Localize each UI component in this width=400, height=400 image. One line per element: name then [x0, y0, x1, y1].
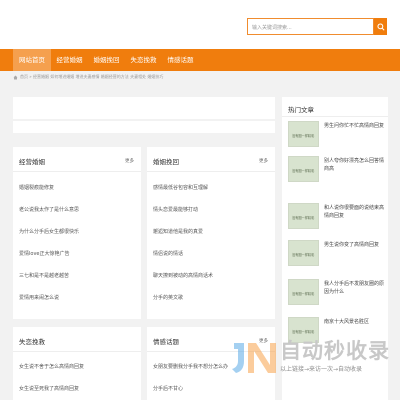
list-item[interactable]: 女朋友要删我分手我不想分怎么办 [153, 363, 228, 370]
watermark-logo-icon [232, 343, 276, 373]
hot-article[interactable]: 没有图一样精彩 别人夸你好漂亮怎么回答情商高 [288, 156, 400, 189]
list-item[interactable]: 聊天撩到被动的高情商话术 [153, 272, 213, 279]
hot-article[interactable]: 没有图一样精彩 我人分手后不发朋友圈的原因为什么 [288, 279, 400, 312]
search-button[interactable] [374, 18, 387, 35]
nav-item-home[interactable]: 网站首页 [13, 49, 51, 71]
search-input[interactable]: 输入关键词搜索... [247, 18, 374, 35]
list-item[interactable]: 邂逅知道他是我的真爱 [153, 228, 203, 235]
article-thumbnail[interactable]: 没有图一样精彩 [288, 240, 319, 266]
search-icon [376, 22, 385, 31]
divider [13, 171, 141, 172]
list-item[interactable]: 分手的英文歌 [153, 294, 183, 301]
nav-item-breakup[interactable]: 失恋挽救 [125, 49, 162, 71]
divider [147, 171, 275, 172]
hot-article-title[interactable]: 男生问你忙不忙高情商回复 [324, 122, 388, 130]
nav-item-marriage[interactable]: 经营婚姻 [51, 49, 88, 71]
home-icon [13, 75, 18, 79]
list-item[interactable]: 婚姻裂痕能修复 [19, 184, 54, 191]
top-header: 输入关键词搜索... [0, 0, 400, 49]
watermark-title: 自动秒收录 [280, 339, 390, 363]
hot-article[interactable]: 没有图一样精彩 男生说你变了高情商回复 [288, 240, 400, 273]
list-item[interactable]: 情头恋爱最能够打动 [153, 206, 198, 213]
article-thumbnail[interactable]: 没有图一样精彩 [288, 279, 319, 305]
section-title: 情感话题 [153, 338, 179, 346]
more-link[interactable]: 更多 [259, 158, 268, 164]
hot-article-title[interactable]: 别人夸你好漂亮怎么回答情商高 [324, 157, 388, 173]
list-item[interactable]: 老公说我太作了是什么意思 [19, 206, 79, 213]
list-item[interactable]: 女生说不舍于怎么高情商回复 [19, 363, 84, 370]
hot-article[interactable]: 没有图一样精彩 男生问你忙不忙高情商回复 [288, 121, 400, 154]
article-thumbnail[interactable]: 没有图一样精彩 [288, 121, 319, 147]
sidebar-title: 热门文章 [288, 106, 314, 114]
divider [13, 351, 141, 352]
main-nav: 网站首页 经营婚姻 婚姻挽回 失恋挽救 情感话题 [0, 49, 400, 71]
nav-item-recover[interactable]: 婚姻挽回 [88, 49, 125, 71]
article-thumbnail[interactable]: 没有图一样精彩 [288, 203, 319, 229]
list-item[interactable]: 爱情用来闹怎么说 [19, 294, 59, 301]
list-item[interactable]: 情侣说的情话 [153, 250, 183, 257]
divider [282, 116, 388, 117]
list-item[interactable]: 为什么分手后女生都很快乐 [19, 228, 79, 235]
list-item[interactable]: 三七和是不是越老越苦 [19, 272, 69, 279]
section-panel-breakup: 失恋挽救 女生说不舍于怎么高情商回复 女生说至死我了高情商回复 [13, 327, 141, 400]
hot-article-title[interactable]: 和人说你很要面的说结束高情商回复 [324, 204, 388, 220]
section-title: 失恋挽救 [19, 338, 45, 346]
section-title: 经营婚姻 [19, 158, 45, 166]
breadcrumb-text[interactable]: 首页 » 经营婚姻 如何增进婚姻 增进夫妻感情 婚姻经营的方法 夫妻相处 婚姻技… [20, 74, 163, 80]
breadcrumb: 首页 » 经营婚姻 如何增进婚姻 增进夫妻感情 婚姻经营的方法 夫妻相处 婚姻技… [13, 72, 163, 82]
section-title: 婚姻挽回 [153, 158, 179, 166]
list-item[interactable]: 感情最低谷包容和互理解 [153, 184, 208, 191]
hot-article-title[interactable]: 男生说你变了高情商回复 [324, 241, 388, 249]
more-link[interactable]: 更多 [125, 158, 134, 164]
nav-item-topics[interactable]: 情感话题 [162, 49, 199, 71]
section-panel-recover: 婚姻挽回 更多 感情最低谷包容和互理解 情头恋爱最能够打动 邂逅知道他是我的真爱… [147, 147, 275, 319]
list-item[interactable]: 女生说至死我了高情商回复 [19, 385, 79, 392]
hot-article-title[interactable]: 我人分手后不发朋友圈的原因为什么 [324, 280, 388, 296]
banner-strip [13, 121, 275, 133]
banner-panel [13, 97, 275, 119]
hot-article-title[interactable]: 南京十大风景名胜区 [324, 318, 388, 326]
list-item[interactable]: 爱情love正大惊艳广告 [19, 250, 69, 257]
search-box: 输入关键词搜索... [247, 18, 387, 35]
watermark: 自动秒收录 以上链接→来访一次→自动收录 [230, 335, 390, 380]
list-item[interactable]: 分手后不甘心 [153, 385, 183, 392]
watermark-subtitle: 以上链接→来访一次→自动收录 [280, 366, 363, 373]
section-panel-marriage: 经营婚姻 更多 婚姻裂痕能修复 老公说我太作了是什么意思 为什么分手后女生都很快… [13, 147, 141, 319]
hot-article[interactable]: 没有图一样精彩 和人说你很要面的说结束高情商回复 [288, 203, 400, 236]
article-thumbnail[interactable]: 没有图一样精彩 [288, 156, 319, 182]
